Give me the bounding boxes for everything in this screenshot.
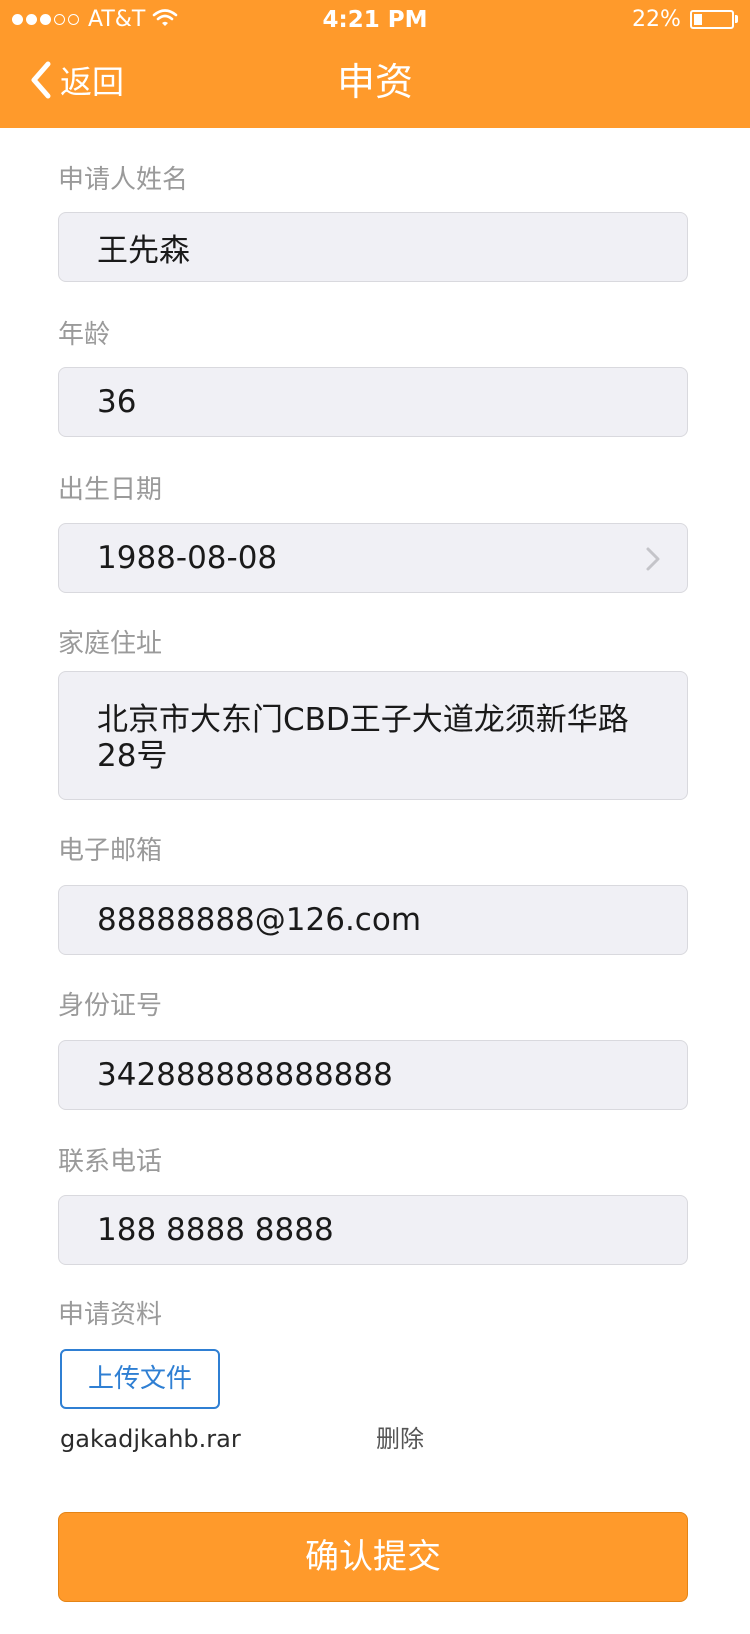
phone-field[interactable]: 188 8888 8888 [58,1195,688,1265]
id-number-label: 身份证号 [58,991,163,1021]
phone-label: 联系电话 [58,1147,163,1177]
email-value: 88888888@126.com [97,902,422,938]
birthdate-value: 1988-08-08 [97,540,278,576]
materials-label: 申请资料 [58,1300,163,1330]
upload-file-button[interactable]: 上传文件 [60,1349,220,1409]
battery-percent: 22% [632,7,681,32]
nav-bar: AT&T 4:21 PM 22% 返回 申资 [0,0,750,128]
uploaded-file-name: gakadjkahb.rar [60,1425,241,1453]
email-field[interactable]: 88888888@126.com [58,885,688,955]
battery-icon [690,10,734,29]
email-label: 电子邮箱 [58,836,163,866]
page-title: 申资 [336,60,413,104]
phone-value: 188 8888 8888 [97,1212,334,1248]
age-label: 年龄 [58,320,111,350]
delete-file-button[interactable]: 删除 [376,1424,424,1454]
chevron-right-icon [645,546,661,576]
address-value: 北京市大东门CBD王子大道龙须新华路28号 [97,702,629,774]
id-number-value: 342888888888888 [97,1057,393,1093]
address-label: 家庭住址 [58,629,163,659]
age-value: 36 [97,384,137,420]
birthdate-label: 出生日期 [58,475,163,505]
name-label: 申请人姓名 [58,165,189,195]
battery-tip [735,15,738,23]
id-number-field[interactable]: 342888888888888 [58,1040,688,1110]
battery-level [694,14,702,25]
age-field[interactable]: 36 [58,367,688,437]
name-field[interactable]: 王先森 [58,212,688,282]
submit-button[interactable]: 确认提交 [58,1512,688,1602]
birthdate-picker[interactable]: 1988-08-08 [58,523,688,593]
status-bar: AT&T 4:21 PM 22% [0,0,750,40]
name-value: 王先森 [97,232,190,269]
address-field[interactable]: 北京市大东门CBD王子大道龙须新华路28号 [58,671,688,800]
